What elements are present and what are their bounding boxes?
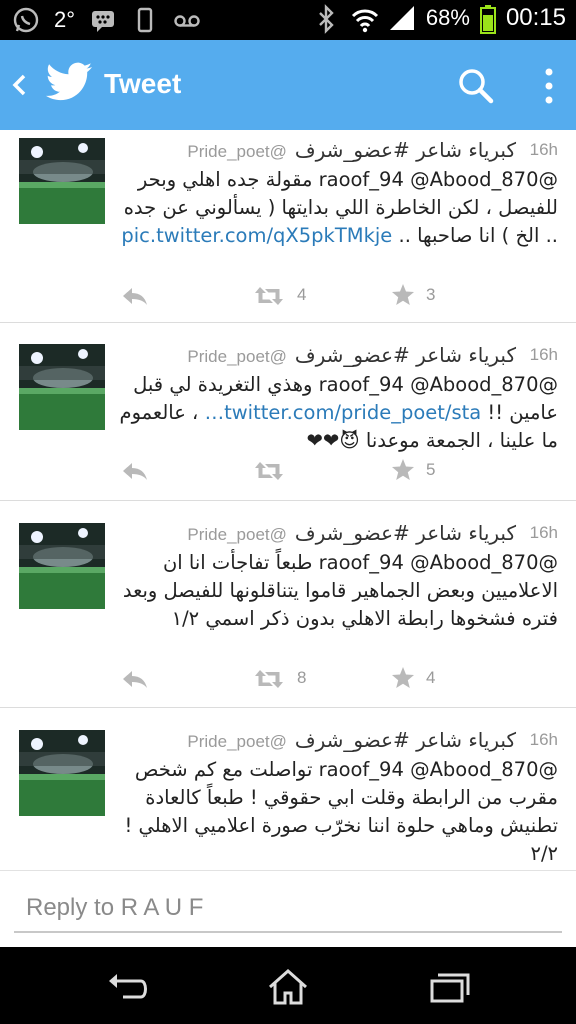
- retweet-icon[interactable]: [253, 459, 285, 483]
- tweet-actions: 5: [0, 457, 576, 487]
- avatar[interactable]: [19, 138, 105, 224]
- tweet-header: كبرياء شاعر #عضو_شرف @Pride_poet: [120, 728, 516, 754]
- favorite-count: 5: [426, 460, 436, 479]
- phone-icon: [131, 6, 159, 34]
- overflow-menu-icon[interactable]: [540, 66, 558, 106]
- status-left: 2°: [12, 6, 201, 34]
- bluetooth-icon: [312, 4, 340, 34]
- tweet-author-name[interactable]: كبرياء شاعر #عضو_شرف: [295, 343, 516, 367]
- tweet-text: @raoof_94 @Abood_870 تواصلت مع كم شخص مق…: [118, 756, 558, 868]
- tweet-actions: 8 4: [0, 665, 576, 695]
- tweet-text: @raoof_94 @Abood_870 طبعاً تفاجأت انا ان…: [118, 549, 558, 633]
- bbm-icon: [89, 6, 117, 34]
- retweet-icon[interactable]: [253, 284, 285, 308]
- battery-percent: 68%: [425, 5, 470, 30]
- retweet-count: 8: [297, 668, 307, 687]
- tweet-author-handle[interactable]: @Pride_poet: [187, 142, 287, 161]
- tweet-time: 16h: [529, 345, 558, 364]
- page-title: Tweet: [104, 68, 182, 99]
- favorite-star-icon[interactable]: [391, 666, 415, 690]
- tweet-text: @raoof_94 @Abood_870 وهذي التغريدة لي قب…: [118, 371, 558, 455]
- favorite-star-icon[interactable]: [391, 458, 415, 482]
- tweet-time: 16h: [529, 140, 558, 159]
- battery-icon: [479, 4, 496, 34]
- system-nav-bar: [0, 947, 576, 1024]
- voicemail-icon: [173, 6, 201, 34]
- retweet-count: 4: [297, 285, 307, 304]
- tweet-header: كبرياء شاعر #عضو_شرف @Pride_poet: [120, 343, 516, 369]
- tweet-text-main: @raoof_94 @Abood_870 طبعاً تفاجأت انا ان…: [122, 551, 558, 630]
- tweet-text-main: @raoof_94 @Abood_870 تواصلت مع كم شخص مق…: [124, 758, 558, 865]
- wifi-icon: [350, 4, 378, 33]
- tweet-item[interactable]: 16h كبرياء شاعر #عضو_شرف @Pride_poet @rao…: [0, 708, 576, 870]
- favorite-count: 3: [426, 285, 436, 304]
- favorite-count: 4: [426, 668, 436, 687]
- retweet-icon[interactable]: [253, 667, 285, 691]
- tweet-list[interactable]: 16h كبرياء شاعر #عضو_شرف @Pride_poet @rao…: [0, 130, 576, 870]
- tweet-author-name[interactable]: كبرياء شاعر #عضو_شرف: [295, 521, 516, 545]
- action-bar: Tweet: [0, 40, 576, 130]
- tweet-author-name[interactable]: كبرياء شاعر #عضو_شرف: [295, 138, 516, 162]
- status-right: 68% 00:15: [312, 4, 566, 34]
- tweet-header: كبرياء شاعر #عضو_شرف @Pride_poet: [120, 138, 516, 164]
- tweet-item[interactable]: 16h كبرياء شاعر #عضو_شرف @Pride_poet @rao…: [0, 501, 576, 708]
- avatar[interactable]: [19, 523, 105, 609]
- nav-recents-icon[interactable]: [426, 967, 472, 1007]
- tweet-author-handle[interactable]: @Pride_poet: [187, 525, 287, 544]
- favorite-star-icon[interactable]: [391, 283, 415, 307]
- tweet-link[interactable]: twitter.com/pride_poet/sta…: [205, 401, 482, 424]
- reply-icon[interactable]: [120, 284, 150, 308]
- tweet-time: 16h: [529, 730, 558, 749]
- tweet-time: 16h: [529, 523, 558, 542]
- reply-icon[interactable]: [120, 459, 150, 483]
- avatar[interactable]: [19, 730, 105, 816]
- nav-back-icon[interactable]: [105, 967, 151, 1007]
- reply-input[interactable]: [14, 885, 562, 933]
- twitter-bird-icon: [45, 62, 94, 102]
- tweet-author-name[interactable]: كبرياء شاعر #عضو_شرف: [295, 728, 516, 752]
- tweet-header: كبرياء شاعر #عضو_شرف @Pride_poet: [120, 521, 516, 547]
- back-icon[interactable]: [10, 70, 30, 100]
- nav-home-icon[interactable]: [265, 967, 311, 1007]
- tweet-author-handle[interactable]: @Pride_poet: [187, 347, 287, 366]
- search-icon[interactable]: [456, 66, 496, 106]
- tweet-text: @raoof_94 @Abood_870 مقولة جده اهلي وبحر…: [118, 166, 558, 250]
- tweet-author-handle[interactable]: @Pride_poet: [187, 732, 287, 751]
- tweet-item[interactable]: 16h كبرياء شاعر #عضو_شرف @Pride_poet @rao…: [0, 323, 576, 501]
- whatsapp-icon: [12, 6, 40, 34]
- temperature-text: 2°: [54, 7, 76, 32]
- reply-icon[interactable]: [120, 667, 150, 691]
- tweet-actions: 4 3: [0, 282, 576, 312]
- avatar[interactable]: [19, 344, 105, 430]
- tweet-link[interactable]: pic.twitter.com/qX5pkTMkje: [121, 224, 392, 247]
- reply-bar: [0, 870, 576, 947]
- tweet-item[interactable]: 16h كبرياء شاعر #عضو_شرف @Pride_poet @rao…: [0, 130, 576, 323]
- status-bar: 2° 68% 00:15: [0, 0, 576, 40]
- clock: 00:15: [505, 4, 566, 31]
- signal-icon: [388, 4, 416, 32]
